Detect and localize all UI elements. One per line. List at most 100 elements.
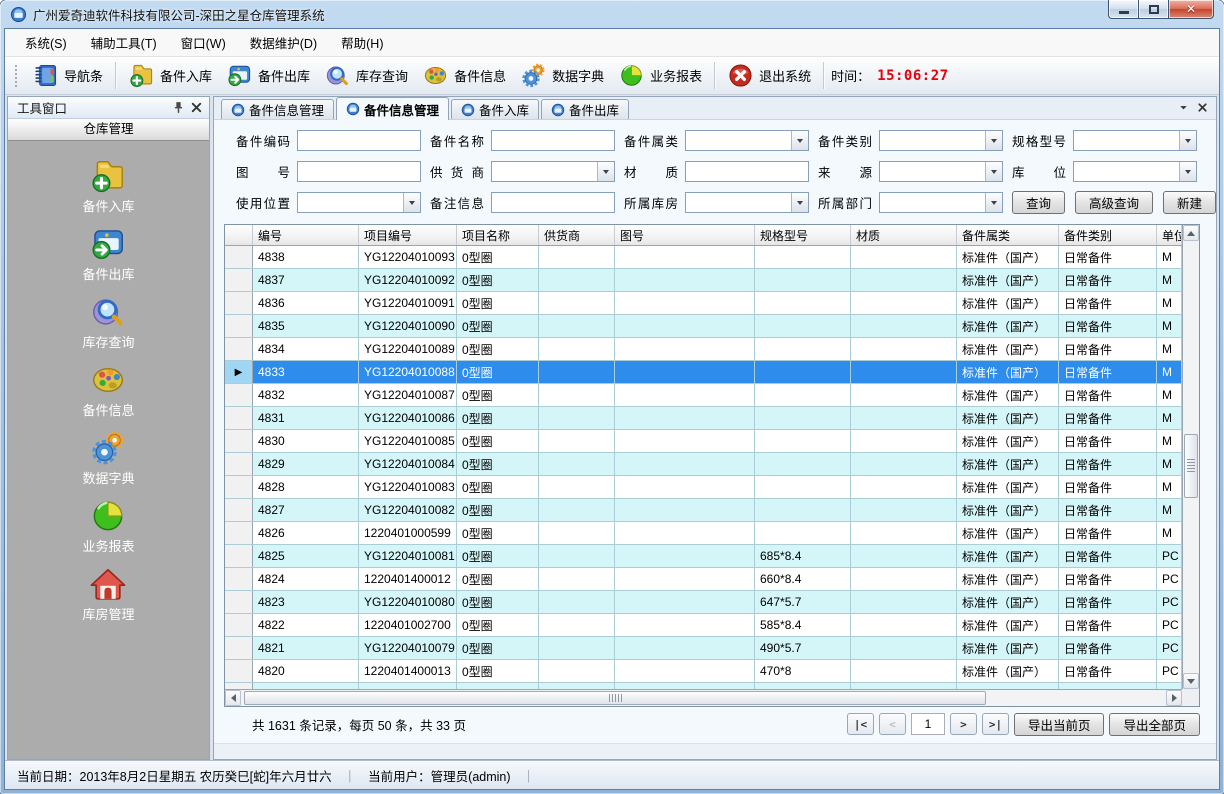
- column-header-7[interactable]: 材质: [851, 225, 957, 245]
- table-row[interactable]: 4821YG122040100790型圈490*5.7标准件（国产）日常备件PC: [225, 637, 1182, 660]
- toolbar-grip-icon[interactable]: [14, 64, 19, 88]
- tab-4[interactable]: 备件出库: [541, 99, 629, 119]
- horizontal-scrollbar[interactable]: [225, 689, 1182, 706]
- menu-item-5[interactable]: 帮助(H): [329, 29, 395, 56]
- combo-dropdown-icon[interactable]: [403, 193, 420, 212]
- sidebar-item-business-report[interactable]: 业务报表: [82, 497, 134, 555]
- toolbar-button-data-dictionary[interactable]: 数据字典: [513, 59, 611, 92]
- tab-1[interactable]: 备件信息管理: [221, 99, 334, 119]
- combo-dropdown-icon[interactable]: [985, 131, 1002, 150]
- column-header-5[interactable]: 图号: [615, 225, 755, 245]
- table-row[interactable]: 482212204010027000型圈585*8.4标准件（国产）日常备件PC: [225, 614, 1182, 637]
- menu-item-3[interactable]: 窗口(W): [169, 29, 238, 56]
- table-row[interactable]: 482412204014000120型圈660*8.4标准件（国产）日常备件PC: [225, 568, 1182, 591]
- table-row[interactable]: 4837YG122040100920型圈标准件（国产）日常备件M: [225, 269, 1182, 292]
- combo-备件类别[interactable]: [879, 130, 1003, 151]
- next-page-button[interactable]: >: [950, 713, 977, 735]
- toolbar-button-business-report[interactable]: 业务报表: [611, 59, 709, 92]
- combo-来源[interactable]: [879, 161, 1003, 182]
- combo-dropdown-icon[interactable]: [791, 131, 808, 150]
- table-row[interactable]: 4823YG122040100800型圈647*5.7标准件（国产）日常备件PC: [225, 591, 1182, 614]
- combo-dropdown-icon[interactable]: [985, 162, 1002, 181]
- combo-dropdown-icon[interactable]: [597, 162, 614, 181]
- scroll-left-icon[interactable]: [225, 690, 241, 706]
- panel-close-icon[interactable]: [189, 100, 204, 115]
- prev-page-button[interactable]: <: [879, 713, 906, 735]
- vertical-scroll-thumb[interactable]: [1184, 434, 1198, 498]
- input-材质[interactable]: [685, 161, 809, 182]
- tab-close-icon[interactable]: [1196, 101, 1209, 114]
- scroll-right-icon[interactable]: [1166, 690, 1182, 706]
- combo-dropdown-icon[interactable]: [1179, 131, 1196, 150]
- column-header-10[interactable]: 单位: [1157, 225, 1182, 245]
- table-row[interactable]: 4835YG122040100900型圈标准件（国产）日常备件M: [225, 315, 1182, 338]
- column-header-2[interactable]: 项目编号: [359, 225, 457, 245]
- sidebar-item-data-dictionary[interactable]: 数据字典: [82, 429, 134, 487]
- menu-item-1[interactable]: 系统(S): [13, 29, 79, 56]
- sidebar-item-parts-inbound[interactable]: 备件入库: [82, 157, 134, 215]
- combo-dropdown-icon[interactable]: [1179, 162, 1196, 181]
- combo-dropdown-icon[interactable]: [985, 193, 1002, 212]
- table-row[interactable]: 4830YG122040100850型圈标准件（国产）日常备件M: [225, 430, 1182, 453]
- minimize-button[interactable]: [1108, 0, 1138, 19]
- toolbar-button-exit-system[interactable]: 退出系统: [720, 59, 818, 92]
- export-current-page-button[interactable]: 导出当前页: [1014, 713, 1105, 736]
- last-page-button[interactable]: >|: [982, 713, 1009, 735]
- combo-规格型号[interactable]: [1073, 130, 1197, 151]
- table-row[interactable]: ▶4833YG122040100880型圈标准件（国产）日常备件M: [225, 361, 1182, 384]
- toolbar-button-stock-query[interactable]: 库存查询: [317, 59, 415, 92]
- table-row[interactable]: 4825YG122040100810型圈685*8.4标准件（国产）日常备件PC: [225, 545, 1182, 568]
- table-row[interactable]: 4828YG122040100830型圈标准件（国产）日常备件M: [225, 476, 1182, 499]
- table-row[interactable]: 482012204014000130型圈470*8标准件（国产）日常备件PC: [225, 660, 1182, 683]
- column-header-1[interactable]: 编号: [253, 225, 359, 245]
- table-row[interactable]: 4836YG122040100910型圈标准件（国产）日常备件M: [225, 292, 1182, 315]
- input-图号[interactable]: [297, 161, 421, 182]
- toolbar-button-navigation-book[interactable]: 导航条: [25, 59, 110, 92]
- input-备件编码[interactable]: [297, 130, 421, 151]
- query-button[interactable]: 查询: [1012, 191, 1065, 214]
- horizontal-scroll-thumb[interactable]: [244, 691, 986, 705]
- toolbar-button-parts-info[interactable]: 备件信息: [415, 59, 513, 92]
- combo-供货商[interactable]: [491, 161, 615, 182]
- pin-icon[interactable]: [171, 100, 186, 115]
- menu-item-2[interactable]: 辅助工具(T): [79, 29, 169, 56]
- sidebar-item-parts-info[interactable]: 备件信息: [82, 361, 134, 419]
- scroll-down-icon[interactable]: [1183, 673, 1199, 689]
- scroll-up-icon[interactable]: [1183, 225, 1199, 241]
- close-button[interactable]: ✕: [1168, 0, 1214, 19]
- column-header-8[interactable]: 备件属类: [957, 225, 1059, 245]
- combo-所属库房[interactable]: [685, 192, 809, 213]
- page-number-input[interactable]: 1: [911, 713, 945, 735]
- column-header-6[interactable]: 规格型号: [755, 225, 851, 245]
- table-row[interactable]: 4829YG122040100840型圈标准件（国产）日常备件M: [225, 453, 1182, 476]
- first-page-button[interactable]: |<: [847, 713, 874, 735]
- table-row[interactable]: 4831YG122040100860型圈标准件（国产）日常备件M: [225, 407, 1182, 430]
- input-备件名称[interactable]: [491, 130, 615, 151]
- maximize-button[interactable]: [1138, 0, 1168, 19]
- tab-3[interactable]: 备件入库: [451, 99, 539, 119]
- toolbar-button-parts-outbound[interactable]: 备件出库: [219, 59, 317, 92]
- table-row[interactable]: 482612204010005990型圈标准件（国产）日常备件M: [225, 522, 1182, 545]
- sidebar-item-stock-query[interactable]: 库存查询: [82, 293, 134, 351]
- tab-2[interactable]: 备件信息管理: [336, 97, 449, 120]
- combo-库位[interactable]: [1073, 161, 1197, 182]
- sidebar-item-warehouse-home[interactable]: 库房管理: [82, 565, 134, 623]
- advanced-query-button[interactable]: 高级查询: [1075, 191, 1153, 214]
- combo-所属部门[interactable]: [879, 192, 1003, 213]
- toolbar-button-parts-inbound[interactable]: 备件入库: [121, 59, 219, 92]
- column-header-4[interactable]: 供货商: [539, 225, 615, 245]
- table-row[interactable]: 4838YG122040100930型圈标准件（国产）日常备件M: [225, 246, 1182, 269]
- tab-list-dropdown-icon[interactable]: [1177, 101, 1190, 114]
- table-row[interactable]: 4832YG122040100870型圈标准件（国产）日常备件M: [225, 384, 1182, 407]
- column-header-9[interactable]: 备件类别: [1059, 225, 1157, 245]
- vertical-scrollbar[interactable]: [1182, 225, 1199, 689]
- input-备注信息[interactable]: [491, 192, 615, 213]
- table-row[interactable]: 4827YG122040100820型圈标准件（国产）日常备件M: [225, 499, 1182, 522]
- sidebar-item-parts-outbound[interactable]: 备件出库: [82, 225, 134, 283]
- export-all-pages-button[interactable]: 导出全部页: [1109, 713, 1200, 736]
- menu-item-4[interactable]: 数据维护(D): [238, 29, 329, 56]
- sidebar-group-warehouse-management[interactable]: 仓库管理: [8, 119, 209, 141]
- combo-使用位置[interactable]: [297, 192, 421, 213]
- combo-备件属类[interactable]: [685, 130, 809, 151]
- combo-dropdown-icon[interactable]: [791, 193, 808, 212]
